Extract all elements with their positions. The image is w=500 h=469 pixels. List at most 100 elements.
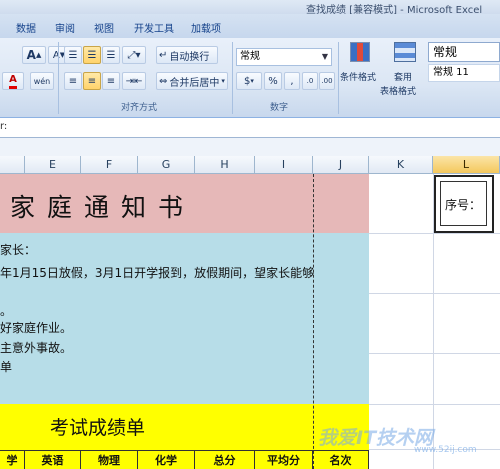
currency-button[interactable]: $ ▾ [236,72,262,90]
conditional-format-label: 条件格式 [340,73,377,83]
style-normal-11-label: 常规 11 [433,67,469,78]
style-normal-11-cell[interactable]: 常规 11 [428,64,500,82]
gridline [369,233,500,234]
separator [58,42,59,114]
comma-button[interactable]: , [284,72,300,90]
font-color-button[interactable]: A [2,72,24,90]
align-bottom-button[interactable]: ☰ [102,46,120,64]
column-header-g[interactable]: G [138,156,195,174]
chevron-down-icon: ▼ [321,52,328,61]
column-header-f[interactable]: F [81,156,138,174]
decrease-decimal-icon: .00 [321,77,333,85]
gridline [369,353,500,354]
merge-center-label: 合并后居中 [169,77,220,89]
align-left-icon: ≡ [68,75,78,87]
column-header-partial[interactable] [0,156,25,174]
table-header-cell[interactable]: 名次 [313,450,369,469]
table-header-cell[interactable]: 化学 [138,450,195,469]
chevron-down-icon: ▾ [221,77,225,85]
decrease-decimal-button[interactable]: .00 [319,72,335,90]
align-middle-icon: ☰ [87,49,97,61]
indent-button[interactable]: ⇥⇤ [122,72,146,90]
merge-center-button[interactable]: ⇔ 合并后居中 ▾ [156,72,228,90]
serial-number-label: 序号： [445,198,482,212]
gridline [369,293,500,294]
align-middle-button[interactable]: ☰ [83,46,101,64]
notice-heading: 家庭通知书 [10,193,196,222]
notice-line: 。 [0,304,13,318]
align-top-icon: ☰ [68,49,78,61]
grow-font-button[interactable]: A ▲ [22,46,46,64]
orientation-icon: ⤢▾ [127,49,141,61]
style-normal-cell[interactable]: 常规 [428,42,500,62]
align-right-icon: ≡ [106,75,116,87]
table-icon [394,42,416,62]
conditional-format-icon [350,42,370,62]
notice-line: 单 [0,360,13,374]
separator [338,42,339,114]
table-header-cell[interactable]: 学 [0,450,25,469]
increase-decimal-icon: .0 [306,77,314,85]
number-format-value: 常规 [240,51,260,62]
percent-button[interactable]: % [264,72,282,90]
alignment-group-label: 对齐方式 [121,103,158,113]
font-color-icon: A [9,74,17,89]
notice-line: 好家庭作业。 [0,321,73,335]
format-as-table-label: 套用 [394,73,413,83]
title-bar: 查找成绩 [兼容模式] - Microsoft Excel [0,0,500,16]
format-as-table-label-2: 表格格式 [380,87,417,97]
increase-decimal-button[interactable]: .0 [302,72,318,90]
table-header-cell[interactable]: 物理 [81,450,138,469]
watermark-url: www.52ij.com [414,445,477,455]
notice-line: 年1月15日放假，3月1日开学报到，放假期间，望家长能够 [0,266,315,280]
style-normal-label: 常规 [433,45,458,59]
align-top-button[interactable]: ☰ [64,46,82,64]
phonetic-icon: wén [33,76,51,86]
notice-line: 主意外事故。 [0,341,73,355]
wrap-text-button[interactable]: ↵ 自动换行 [156,46,218,64]
tab-data[interactable]: 数据 [16,20,36,35]
column-header-k[interactable]: K [369,156,433,174]
wrap-text-label: 自动换行 [169,51,210,63]
phonetic-button[interactable]: wén [30,72,54,90]
formula-bar-gap [0,138,500,156]
align-center-button[interactable]: ≡ [83,72,101,90]
tab-view[interactable]: 视图 [94,20,114,35]
table-header-cell[interactable]: 总分 [195,450,255,469]
formula-label: r: [0,121,8,132]
indent-icon: ⇥⇤ [125,75,143,87]
format-as-table-button[interactable]: 套用 表格格式 [380,40,428,97]
serial-number-box: 序号： [440,181,487,226]
align-left-button[interactable]: ≡ [64,72,82,90]
conditional-format-button[interactable]: 条件格式 [340,40,382,96]
align-right-button[interactable]: ≡ [102,72,120,90]
align-center-icon: ≡ [87,75,97,87]
orientation-button[interactable]: ⤢▾ [122,46,146,64]
table-header-cell[interactable]: 英语 [25,450,81,469]
notice-line: 家长： [0,243,37,257]
tab-review[interactable]: 审阅 [55,20,75,35]
column-header-i[interactable]: I [255,156,313,174]
grow-font-icon: A [26,48,36,62]
formula-bar[interactable]: r: [0,118,500,138]
percent-icon: % [268,75,278,87]
tab-addins[interactable]: 加载项 [191,20,221,35]
separator [232,42,233,114]
ribbon: A ▲ A ▼ A wén ☰ ☰ ☰ ⤢▾ ≡ ≡ ≡ ⇥⇤ ↵ 自动换行 ⇔ 合… [0,38,500,118]
comma-icon: , [290,75,294,87]
merge-center-icon: ⇔ [159,75,168,87]
gridline [369,404,500,405]
wrap-text-icon: ↵ [159,49,168,61]
align-bottom-icon: ☰ [106,49,116,61]
number-format-select[interactable]: 常规 ▼ [236,48,332,66]
number-group-label: 数字 [270,103,289,113]
column-header-l[interactable]: L [433,156,500,174]
page-break-line [313,174,314,469]
column-header-e[interactable]: E [25,156,81,174]
serial-number-cell[interactable]: 序号： [434,175,494,233]
table-header-cell[interactable]: 平均分 [255,450,313,469]
ribbon-tabs: 数据 审阅 视图 开发工具 加载项 [0,14,500,38]
column-header-h[interactable]: H [195,156,255,174]
column-header-j[interactable]: J [313,156,369,174]
tab-developer[interactable]: 开发工具 [134,20,174,35]
